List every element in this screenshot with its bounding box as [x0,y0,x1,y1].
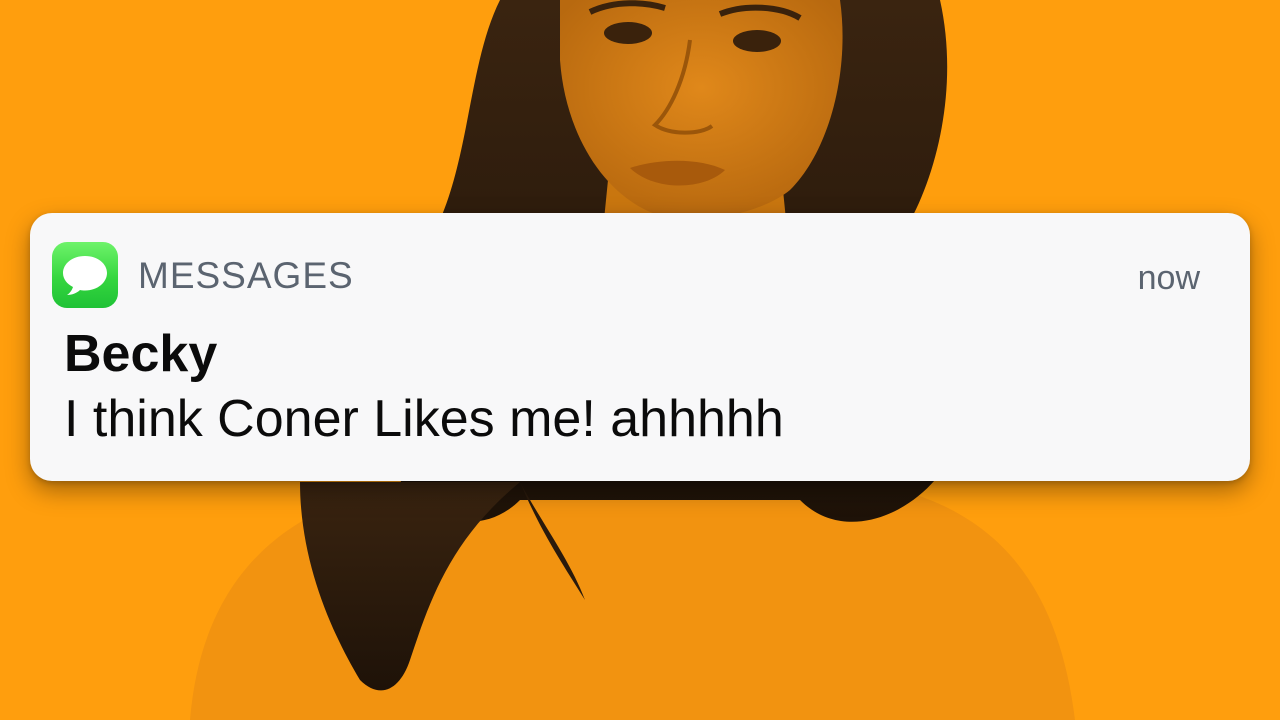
sender-name: Becky [64,325,218,383]
app-name: MESSAGES [138,255,354,296]
timestamp: now [1137,259,1200,297]
message-notification[interactable]: MESSAGES now Becky I think Coner Likes m… [30,213,1250,481]
message-text: I think Coner Likes me! ahhhhh [64,390,784,448]
messages-app-icon [52,242,118,308]
messages-bubble-icon [63,256,107,295]
